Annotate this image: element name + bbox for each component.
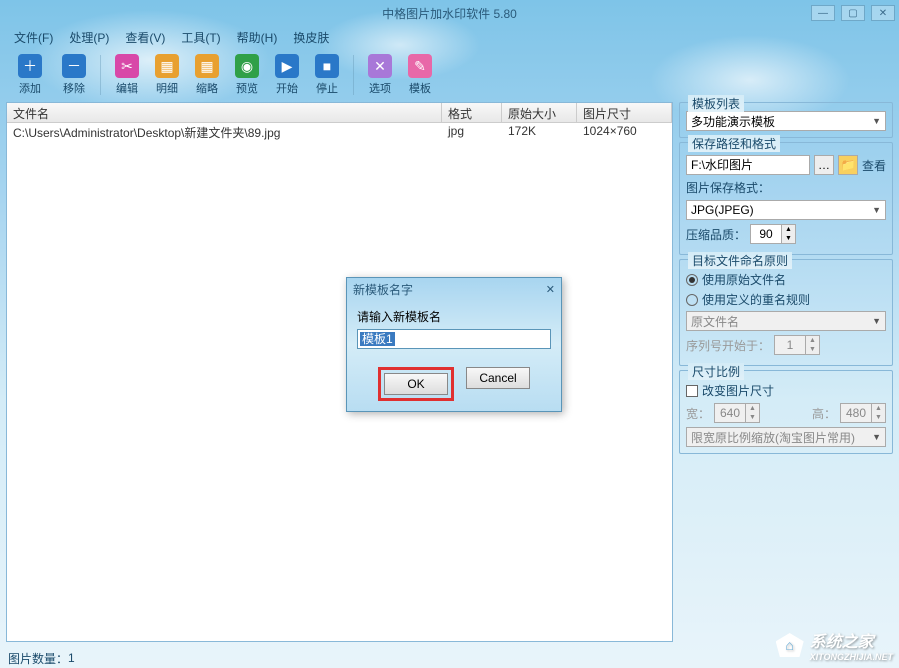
width-spinner: 640▲▼ — [714, 403, 760, 423]
cancel-button[interactable]: Cancel — [466, 367, 530, 389]
save-path-group: 保存路径和格式 F:\水印图片 … 📁 查看 图片保存格式： JPG(JPEG)… — [679, 142, 893, 255]
size-group: 尺寸比例 改变图片尺寸 宽： 640▲▼ 高： 480▲▼ 限宽原比例缩放(淘宝… — [679, 370, 893, 454]
chevron-down-icon: ▼ — [872, 432, 881, 442]
dialog-title: 新模板名字 — [353, 281, 413, 298]
sequence-spinner: 1 ▲▼ — [774, 335, 820, 355]
col-filename[interactable]: 文件名 — [7, 103, 442, 122]
chevron-down-icon: ▼ — [872, 316, 881, 326]
app-title: 中格图片加水印软件 5.80 — [382, 5, 517, 22]
tool-detail[interactable]: ▦明细 — [149, 51, 185, 99]
template-name-input[interactable]: 模板1 — [357, 329, 551, 349]
new-template-dialog: 新模板名字 ✕ 请输入新模板名 模板1 OK Cancel — [346, 277, 562, 412]
tool-options[interactable]: ✕选项 — [362, 51, 398, 99]
menu-tools[interactable]: 工具(T) — [175, 27, 226, 48]
tool-start[interactable]: ▶开始 — [269, 51, 305, 99]
col-size[interactable]: 原始大小 — [502, 103, 577, 122]
tool-edit[interactable]: ✂编辑 — [109, 51, 145, 99]
scale-mode-dropdown: 限宽原比例缩放(淘宝图片常用)▼ — [686, 427, 886, 447]
tool-stop[interactable]: ■停止 — [309, 51, 345, 99]
minimize-button[interactable]: — — [811, 5, 835, 21]
folder-icon[interactable]: 📁 — [838, 155, 858, 175]
titlebar: 中格图片加水印软件 5.80 — ▢ ✕ — [0, 0, 899, 26]
format-dropdown[interactable]: JPG(JPEG)▼ — [686, 200, 886, 220]
file-list-panel: 文件名 格式 原始大小 图片尺寸 C:\Users\Administrator\… — [6, 102, 673, 642]
house-icon: ⌂ — [776, 633, 804, 657]
template-list-group: 模板列表 多功能演示模板▼ — [679, 102, 893, 138]
tool-thumb[interactable]: ▦缩略 — [189, 51, 225, 99]
col-format[interactable]: 格式 — [442, 103, 502, 122]
rename-rule-dropdown: 原文件名▼ — [686, 311, 886, 331]
radio-original-name[interactable]: 使用原始文件名 — [686, 271, 886, 288]
tool-add[interactable]: ＋添加 — [8, 51, 52, 99]
menubar: 文件(F) 处理(P) 查看(V) 工具(T) 帮助(H) 换皮肤 — [0, 26, 899, 48]
naming-group: 目标文件命名原则 使用原始文件名 使用定义的重名规则 原文件名▼ 序列号开始于：… — [679, 259, 893, 366]
tool-preview[interactable]: ◉预览 — [229, 51, 265, 99]
table-header: 文件名 格式 原始大小 图片尺寸 — [7, 103, 672, 123]
tool-remove[interactable]: －移除 — [56, 51, 92, 99]
menu-help[interactable]: 帮助(H) — [231, 27, 284, 48]
menu-view[interactable]: 查看(V) — [119, 27, 171, 48]
watermark-logo: ⌂ 系统之家 XITONGZHIJIA.NET — [776, 628, 893, 662]
statusbar: 图片数量：1 — [0, 648, 899, 668]
template-dropdown[interactable]: 多功能演示模板▼ — [686, 111, 886, 131]
quality-spinner[interactable]: 90 ▲▼ — [750, 224, 796, 244]
col-dimensions[interactable]: 图片尺寸 — [577, 103, 672, 122]
maximize-button[interactable]: ▢ — [841, 5, 865, 21]
height-spinner: 480▲▼ — [840, 403, 886, 423]
toolbar: ＋添加 －移除 ✂编辑 ▦明细 ▦缩略 ◉预览 ▶开始 ■停止 ✕选项 ✎模板 — [0, 48, 899, 102]
close-button[interactable]: ✕ — [871, 5, 895, 21]
table-row[interactable]: C:\Users\Administrator\Desktop\新建文件夹\89.… — [7, 123, 672, 141]
menu-file[interactable]: 文件(F) — [8, 27, 59, 48]
chevron-down-icon: ▼ — [872, 205, 881, 215]
resize-checkbox[interactable]: 改变图片尺寸 — [686, 382, 886, 399]
view-button[interactable]: 查看 — [862, 157, 886, 174]
chevron-down-icon: ▼ — [872, 116, 881, 126]
highlight-annotation: OK — [378, 367, 454, 401]
dialog-prompt: 请输入新模板名 — [357, 308, 551, 325]
browse-button[interactable]: … — [814, 155, 834, 175]
save-path-input[interactable]: F:\水印图片 — [686, 155, 810, 175]
tool-template[interactable]: ✎模板 — [402, 51, 438, 99]
menu-skin[interactable]: 换皮肤 — [287, 27, 335, 48]
menu-process[interactable]: 处理(P) — [63, 27, 115, 48]
dialog-close-button[interactable]: ✕ — [546, 283, 555, 296]
ok-button[interactable]: OK — [384, 373, 448, 395]
radio-custom-name[interactable]: 使用定义的重名规则 — [686, 291, 886, 308]
